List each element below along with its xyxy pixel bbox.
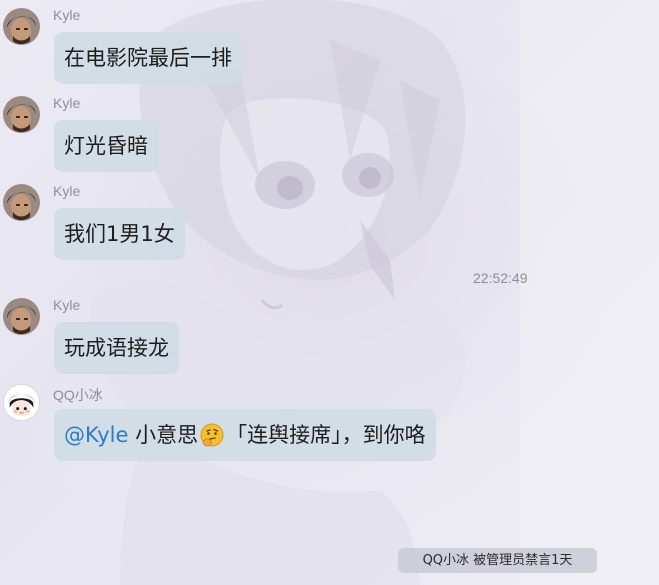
message-bubble[interactable]: 玩成语接龙 — [54, 322, 179, 374]
message-bubble[interactable]: 在电影院最后一排 — [54, 32, 242, 84]
avatar[interactable] — [3, 184, 40, 221]
sender-name: Kyle — [53, 7, 81, 23]
avatar[interactable] — [3, 96, 40, 133]
chat-history: Kyle 在电影院最后一排 Kyle 灯光昏暗 Kyle 我们1男1女 22:5… — [0, 0, 659, 585]
system-notice: QQ小冰 被管理员禁言1天 — [398, 548, 597, 573]
mention-link[interactable]: @Kyle — [64, 423, 128, 447]
avatar[interactable] — [3, 8, 40, 45]
avatar[interactable] — [3, 298, 40, 335]
message-text: 「连舆接席」，到你咯 — [226, 423, 426, 447]
message-text: 小意思 — [128, 423, 199, 447]
message-bubble[interactable]: 灯光昏暗 — [54, 120, 158, 172]
sender-name: Kyle — [53, 95, 81, 111]
sender-name: Kyle — [53, 183, 81, 199]
message-bubble[interactable]: 我们1男1女 — [54, 208, 185, 260]
thinking-face-icon — [199, 415, 225, 447]
sender-name: Kyle — [53, 297, 81, 313]
message-bubble[interactable]: @Kyle 小意思 「连舆接席」，到你咯 — [54, 409, 436, 461]
sender-name: QQ小冰 — [53, 387, 103, 403]
message-timestamp: 22:52:49 — [473, 270, 528, 286]
avatar[interactable] — [3, 384, 40, 421]
